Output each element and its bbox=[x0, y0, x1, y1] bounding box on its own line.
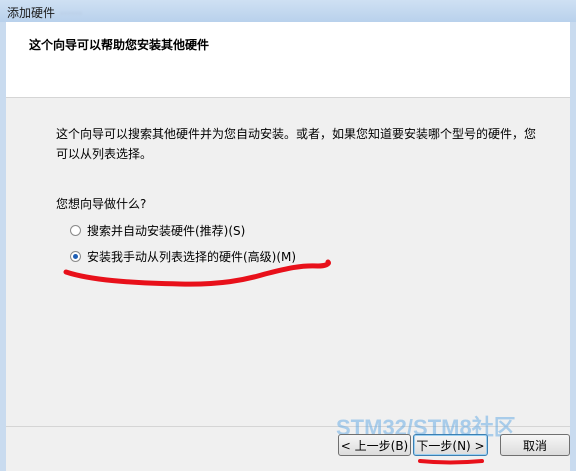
option-manual-install[interactable]: 安装我手动从列表选择的硬件(高级)(M) bbox=[70, 248, 296, 265]
window-title: 添加硬件 bbox=[7, 6, 56, 20]
question-label: 您想向导做什么? bbox=[56, 197, 147, 211]
option-manual-install-label: 安装我手动从列表选择的硬件(高级)(M) bbox=[87, 250, 297, 264]
radio-manual-install[interactable] bbox=[70, 251, 81, 262]
title-bar: 添加硬件 …… bbox=[0, 0, 576, 23]
option-auto-install-label: 搜索并自动安装硬件(推荐)(S) bbox=[87, 224, 246, 238]
radio-auto-install[interactable] bbox=[70, 225, 81, 236]
back-button[interactable]: < 上一步(B) bbox=[338, 434, 411, 456]
option-auto-install[interactable]: 搜索并自动安装硬件(推荐)(S) bbox=[70, 222, 245, 239]
intro-text: 这个向导可以搜索其他硬件并为您自动安装。或者，如果您知道要安装哪个型号的硬件，您… bbox=[56, 127, 537, 161]
next-button[interactable]: 下一步(N) > bbox=[413, 434, 488, 456]
cancel-button[interactable]: 取消 bbox=[500, 434, 570, 456]
wizard-heading: 这个向导可以帮助您安装其他硬件 bbox=[29, 38, 210, 52]
blurred-background-text: …… bbox=[60, 4, 82, 17]
wizard-header: 这个向导可以帮助您安装其他硬件 bbox=[6, 22, 570, 98]
